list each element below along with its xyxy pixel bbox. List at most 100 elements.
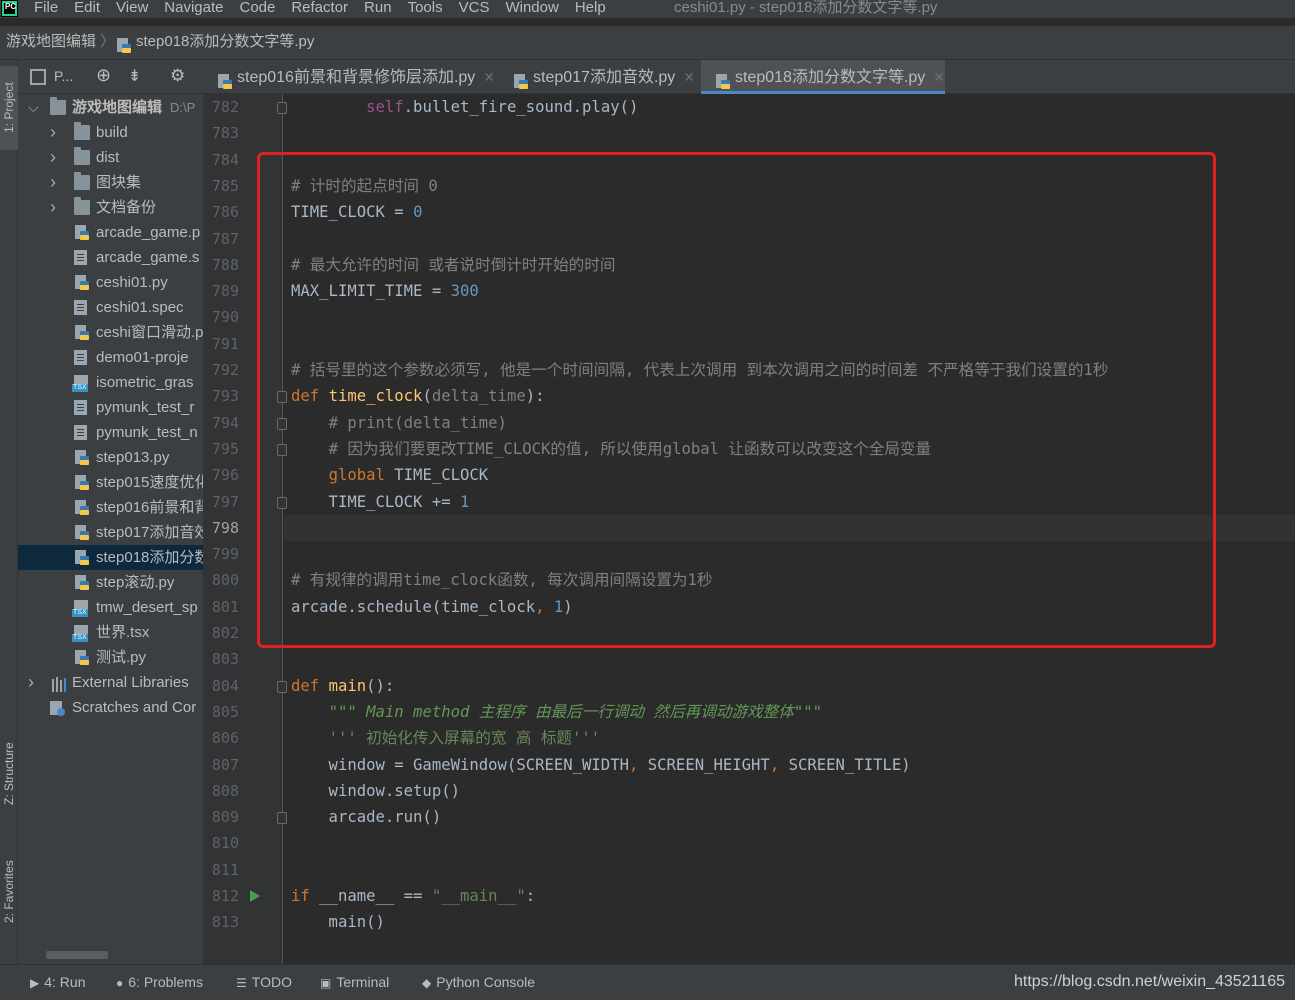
tree-item[interactable]: ceshi窗口滑动.p — [18, 320, 203, 345]
tree-item[interactable]: ceshi01.spec — [18, 295, 203, 320]
close-icon[interactable]: ✕ — [483, 69, 495, 85]
tsx-file-icon: TSX — [72, 625, 88, 642]
python-file-icon — [74, 324, 90, 340]
tree-item[interactable]: pymunk_test_r — [18, 395, 203, 420]
line-number: 794 — [211, 413, 239, 432]
tree-item[interactable]: step015速度优化 — [18, 470, 203, 495]
chevron-right-icon[interactable]: › — [28, 670, 34, 695]
editor-tab[interactable]: step017添加音效.py ✕ — [499, 60, 695, 94]
project-toolbar: P... ⊕ ⇟ ⚙ — [18, 60, 203, 94]
python-file-icon — [74, 274, 90, 290]
tree-item-path: D:\P — [170, 100, 196, 115]
tree-item[interactable]: › 图块集 — [18, 170, 203, 195]
chevron-right-icon[interactable]: › — [50, 170, 56, 195]
code-token: self — [366, 98, 404, 116]
breadcrumb-file[interactable]: step018添加分数文字等.py — [136, 26, 314, 58]
favorites-tool-tab[interactable]: 2: Favorites — [0, 850, 18, 934]
tree-item[interactable]: demo01-proje — [18, 345, 203, 370]
code-token: : — [525, 887, 536, 905]
python-console-tool-tab[interactable]: ◆ Python Console — [422, 965, 535, 1000]
menu-item-edit[interactable]: Edit — [74, 0, 100, 16]
library-icon — [50, 675, 66, 692]
project-tool-tab[interactable]: 1: Project — [0, 66, 18, 150]
tree-item[interactable]: step016前景和背 — [18, 495, 203, 520]
tree-item[interactable]: ⌵ 游戏地图编辑 D:\P — [18, 95, 203, 120]
scratches-icon — [50, 700, 66, 716]
chevron-down-icon[interactable]: ⌵ — [28, 95, 39, 120]
project-view-icon[interactable] — [30, 69, 46, 85]
code-token: def — [291, 676, 329, 695]
pycharm-logo-icon: PC — [1, 0, 18, 17]
editor-tab-label: step016前景和背景修饰层添加.py — [237, 69, 476, 86]
run-icon: ▶ — [30, 976, 40, 990]
project-view-dropdown[interactable]: P... — [54, 68, 73, 86]
close-icon[interactable]: ✕ — [933, 69, 945, 85]
todo-tool-tab[interactable]: ☰ TODO — [236, 965, 292, 1000]
line-number: 784 — [211, 150, 239, 169]
terminal-tool-tab[interactable]: ▣ Terminal — [320, 965, 389, 1000]
tree-item[interactable]: › build — [18, 120, 203, 145]
python-console-label: Python Console — [436, 974, 536, 990]
bottom-tool-bar: ▶ 4: Run ● 6: Problems ☰ TODO ▣ Terminal ◆ Py… — [0, 964, 1295, 1000]
list-icon: ☰ — [236, 976, 247, 990]
menu-item-view[interactable]: View — [116, 0, 148, 16]
menu-item-navigate[interactable]: Navigate — [164, 0, 223, 16]
tree-item[interactable]: TSX 世界.tsx — [18, 620, 203, 645]
line-number: 803 — [211, 650, 239, 669]
editor-tab[interactable]: step018添加分数文字等.py ✕ — [701, 60, 946, 94]
line-number: 804 — [211, 676, 239, 695]
tree-item[interactable]: 测试.py — [18, 645, 203, 670]
tree-item[interactable]: › dist — [18, 145, 203, 170]
line-number: 786 — [211, 203, 239, 222]
tree-item-label: pymunk_test_n — [96, 424, 198, 441]
locate-icon[interactable]: ⊕ — [96, 65, 111, 85]
close-icon[interactable]: ✕ — [683, 69, 695, 85]
code-line: ''' 初始化传入屏幕的宽 高 标题''' — [291, 725, 601, 751]
code-token: window.setup() — [291, 781, 460, 800]
tree-item[interactable]: › 文档备份 — [18, 195, 203, 220]
gear-icon[interactable]: ⚙ — [170, 66, 185, 85]
problems-tool-tab[interactable]: ● 6: Problems — [116, 965, 203, 1000]
breadcrumb-project[interactable]: 游戏地图编辑 — [6, 26, 96, 58]
line-number: 807 — [211, 755, 239, 774]
tree-item[interactable]: arcade_game.p — [18, 220, 203, 245]
editor-tab[interactable]: step016前景和背景修饰层添加.py ✕ — [203, 60, 495, 94]
chevron-right-icon[interactable]: › — [50, 195, 56, 220]
chevron-right-icon[interactable]: › — [50, 145, 56, 170]
terminal-icon: ▣ — [320, 976, 332, 990]
run-tool-tab[interactable]: ▶ 4: Run — [30, 965, 85, 1000]
menu-item-file[interactable]: File — [34, 0, 58, 16]
code-token: main — [328, 676, 367, 695]
editor-tab-label: step017添加音效.py — [533, 69, 676, 86]
tree-item[interactable]: step018添加分数 — [18, 545, 203, 570]
run-gutter-icon[interactable] — [250, 890, 260, 902]
tree-item[interactable]: › External Libraries — [18, 670, 203, 695]
tree-item[interactable]: TSX tmw_desert_sp — [18, 595, 203, 620]
menu-item-help[interactable]: Help — [575, 0, 606, 16]
tree-item[interactable]: TSX isometric_gras — [18, 370, 203, 395]
structure-tool-tab[interactable]: Z: Structure — [0, 732, 18, 816]
menu-item-refactor[interactable]: Refactor — [291, 0, 348, 16]
menu-item-code[interactable]: Code — [239, 0, 275, 16]
tree-item-label: pymunk_test_r — [96, 399, 195, 416]
tree-item[interactable]: step滚动.py — [18, 570, 203, 595]
tree-item[interactable]: pymunk_test_n — [18, 420, 203, 445]
horizontal-scrollbar[interactable] — [46, 951, 108, 959]
tree-item[interactable]: step013.py — [18, 445, 203, 470]
tree-item-label: step013.py — [96, 449, 170, 466]
menu-item-tools[interactable]: Tools — [408, 0, 443, 16]
menu-item-vcs[interactable]: VCS — [459, 0, 490, 16]
chevron-right-icon[interactable]: › — [50, 120, 56, 145]
code-token: window = GameWindow(SCREEN_WIDTH — [291, 755, 629, 774]
tree-item[interactable]: Scratches and Cor — [18, 695, 203, 720]
code-line: def main(): — [291, 673, 394, 699]
tree-item[interactable]: arcade_game.s — [18, 245, 203, 270]
tree-item-label: 测试.py — [96, 649, 147, 666]
code-token: , — [769, 755, 789, 774]
menu-item-window[interactable]: Window — [505, 0, 558, 16]
menu-item-run[interactable]: Run — [364, 0, 392, 16]
tree-item[interactable]: ceshi01.py — [18, 270, 203, 295]
tree-item[interactable]: step017添加音效 — [18, 520, 203, 545]
collapse-all-icon[interactable]: ⇟ — [128, 66, 141, 85]
